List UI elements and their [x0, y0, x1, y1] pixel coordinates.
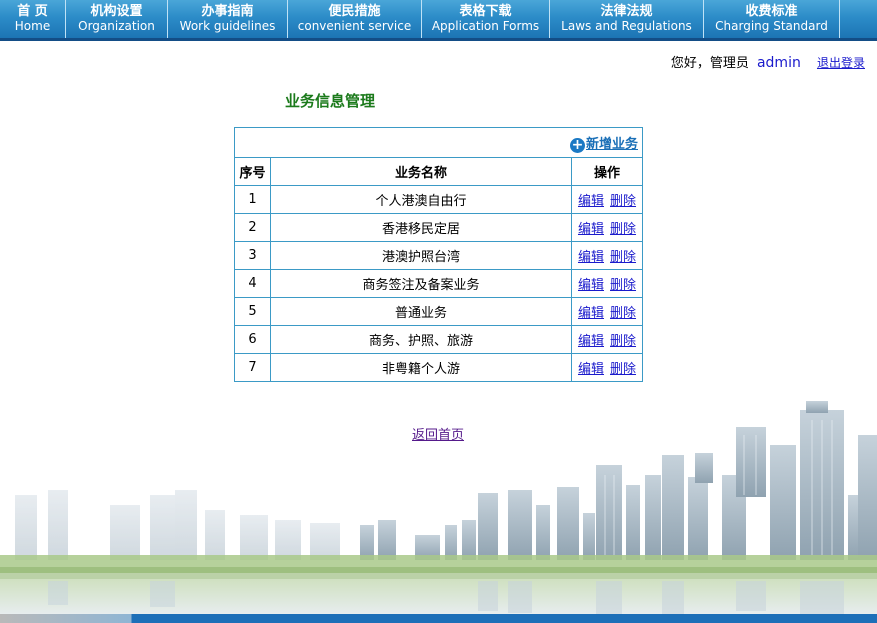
nav-label-zh: 便民措施 [328, 4, 381, 19]
plus-circle-icon[interactable]: + [569, 137, 585, 153]
edit-link[interactable]: 编辑 [578, 222, 604, 237]
edit-link[interactable]: 编辑 [578, 250, 604, 265]
nav-item-charging-standard[interactable]: 收费标准 Charging Standard [704, 0, 840, 38]
row-number: 5 [234, 297, 271, 326]
nav-label-zh: 表格下载 [459, 4, 512, 19]
row-number: 7 [234, 353, 271, 382]
nav-item-laws-regulations[interactable]: 法律法规 Laws and Regulations [550, 0, 704, 38]
nav-item-home[interactable]: 首 页 Home [0, 0, 66, 38]
row-actions: 编辑 删除 [571, 241, 643, 270]
table-row: 4 商务签注及备案业务 编辑 删除 [234, 269, 643, 298]
row-name: 非粤籍个人游 [270, 353, 572, 382]
row-number: 3 [234, 241, 271, 270]
nav-label-en: convenient service [297, 19, 412, 33]
row-number: 4 [234, 269, 271, 298]
row-actions: 编辑 删除 [571, 185, 643, 214]
row-actions: 编辑 删除 [571, 353, 643, 382]
nav-label-en: Charging Standard [715, 19, 828, 33]
top-nav: 首 页 Home 机构设置 Organization 办事指南 Work gui… [0, 0, 877, 41]
delete-link[interactable]: 删除 [610, 306, 636, 321]
row-number: 6 [234, 325, 271, 354]
nav-label-zh: 收费标准 [745, 4, 798, 19]
col-header-no: 序号 [234, 157, 271, 186]
row-name: 香港移民定居 [270, 213, 572, 242]
table-row: 5 普通业务 编辑 删除 [234, 297, 643, 326]
add-row: + 新增业务 [234, 127, 643, 158]
col-header-actions: 操作 [571, 157, 643, 186]
row-actions: 编辑 删除 [571, 269, 643, 298]
user-bar: 您好，管理员 admin 退出登录 [671, 52, 865, 71]
business-table: + 新增业务 序号 业务名称 操作 1 个人港澳自由行 编辑 删除 2 香港移民定居… [234, 127, 643, 382]
table-row: 2 香港移民定居 编辑 删除 [234, 213, 643, 242]
delete-link[interactable]: 删除 [610, 222, 636, 237]
nav-item-application-forms[interactable]: 表格下载 Application Forms [422, 0, 550, 38]
row-name: 普通业务 [270, 297, 572, 326]
city-skyline-background [0, 401, 877, 617]
add-business-link[interactable]: 新增业务 [586, 137, 638, 152]
nav-label-zh: 机构设置 [90, 4, 143, 19]
row-name: 港澳护照台湾 [270, 241, 572, 270]
nav-label-en: Application Forms [431, 19, 540, 33]
row-number: 2 [234, 213, 271, 242]
row-actions: 编辑 删除 [571, 213, 643, 242]
nav-label-zh: 办事指南 [201, 4, 254, 19]
nav-item-organization[interactable]: 机构设置 Organization [66, 0, 168, 38]
delete-link[interactable]: 删除 [610, 334, 636, 349]
nav-label-zh: 首 页 [17, 4, 48, 19]
nav-label-en: Work guidelines [179, 19, 276, 33]
table-row: 3 港澳护照台湾 编辑 删除 [234, 241, 643, 270]
page-title: 业务信息管理 [285, 92, 376, 110]
nav-label-en: Laws and Regulations [561, 19, 692, 33]
table-row: 7 非粤籍个人游 编辑 删除 [234, 353, 643, 382]
edit-link[interactable]: 编辑 [578, 306, 604, 321]
delete-link[interactable]: 删除 [610, 194, 636, 209]
nav-item-convenient-service[interactable]: 便民措施 convenient service [288, 0, 422, 38]
edit-link[interactable]: 编辑 [578, 278, 604, 293]
nav-label-zh: 法律法规 [600, 4, 653, 19]
greeting-text: 您好，管理员 [670, 56, 749, 71]
edit-link[interactable]: 编辑 [578, 362, 604, 377]
row-name: 个人港澳自由行 [270, 185, 572, 214]
delete-link[interactable]: 删除 [610, 250, 636, 265]
table-row: 1 个人港澳自由行 编辑 删除 [234, 185, 643, 214]
bottom-bar [0, 614, 877, 623]
table-row: 6 商务、护照、旅游 编辑 删除 [234, 325, 643, 354]
delete-link[interactable]: 删除 [610, 278, 636, 293]
row-name: 商务签注及备案业务 [270, 269, 572, 298]
delete-link[interactable]: 删除 [610, 362, 636, 377]
logout-link[interactable]: 退出登录 [817, 56, 865, 70]
col-header-name: 业务名称 [270, 157, 572, 186]
row-number: 1 [234, 185, 271, 214]
row-name: 商务、护照、旅游 [270, 325, 572, 354]
username: admin [756, 55, 801, 71]
row-actions: 编辑 删除 [571, 297, 643, 326]
nav-label-en: Home [14, 19, 51, 33]
nav-item-work-guidelines[interactable]: 办事指南 Work guidelines [168, 0, 288, 38]
edit-link[interactable]: 编辑 [578, 334, 604, 349]
row-actions: 编辑 删除 [571, 325, 643, 354]
nav-label-en: Organization [78, 19, 155, 33]
edit-link[interactable]: 编辑 [578, 194, 604, 209]
